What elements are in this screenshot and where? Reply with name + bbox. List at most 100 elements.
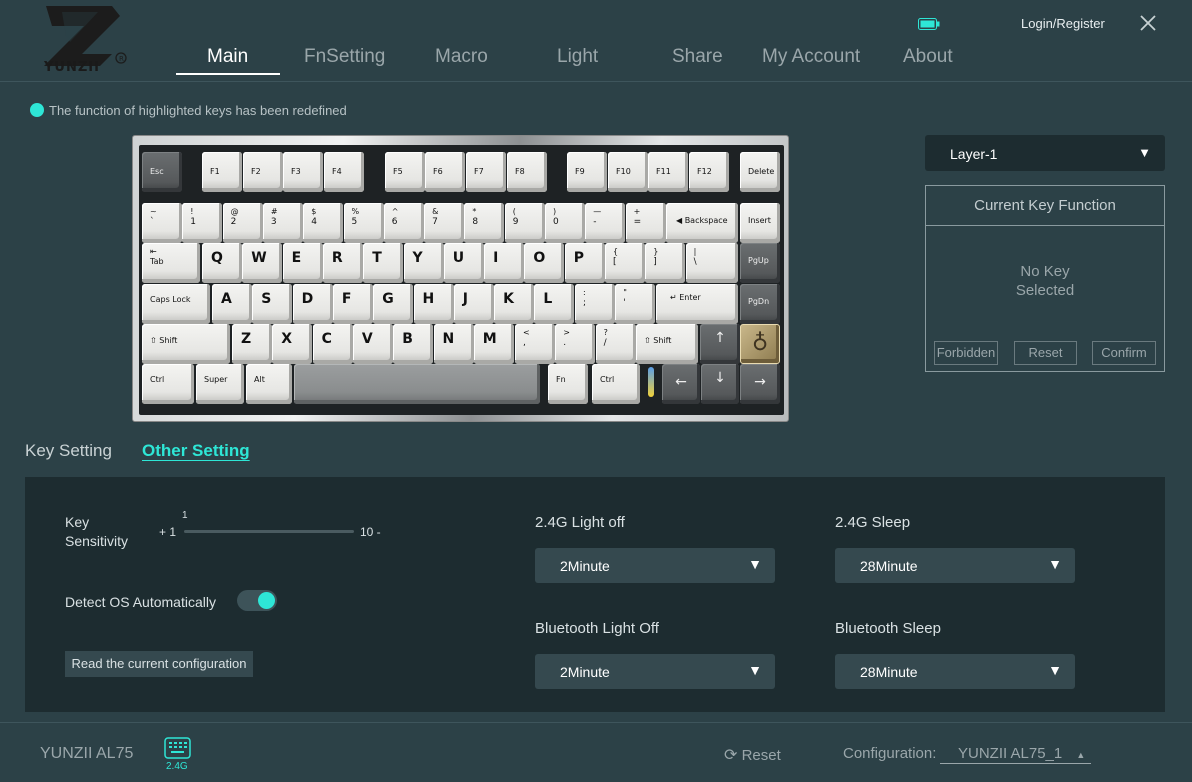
key-insert[interactable]: Insert <box>740 203 780 243</box>
tab-my-account[interactable]: My Account <box>762 46 860 68</box>
tab-main[interactable]: Main <box>207 46 248 68</box>
key-f[interactable]: F <box>332 284 373 324</box>
key-v[interactable]: V <box>352 324 393 364</box>
close-icon[interactable] <box>1138 13 1158 33</box>
key-pgdn[interactable]: PgDn <box>740 284 780 324</box>
key-astronaut[interactable]: ♁ <box>740 324 780 364</box>
key-right-shift[interactable]: ⇧ Shift <box>636 324 698 364</box>
key-quote[interactable]: " ' <box>615 284 656 324</box>
key-sym[interactable]: — - <box>585 203 626 243</box>
login-register-link[interactable]: Login/Register <box>1021 16 1105 31</box>
reset-key-button[interactable]: Reset <box>1014 341 1077 365</box>
key-space[interactable] <box>294 364 540 404</box>
key-pgup[interactable]: PgUp <box>740 243 780 283</box>
key-f6[interactable]: F6 <box>425 152 465 192</box>
key-left-ctrl[interactable]: Ctrl <box>142 364 194 404</box>
key-f11[interactable]: F11 <box>648 152 688 192</box>
key-left-arrow[interactable]: ← <box>662 364 700 404</box>
key-i[interactable]: I <box>484 243 525 283</box>
tab-other-setting[interactable]: Other Setting <box>142 441 250 461</box>
key-u[interactable]: U <box>443 243 484 283</box>
tab-light[interactable]: Light <box>557 46 598 68</box>
key-5[interactable]: % 5 <box>343 203 384 243</box>
read-config-button[interactable]: Read the current configuration <box>65 651 253 677</box>
key-b[interactable]: B <box>393 324 434 364</box>
tab-key-setting[interactable]: Key Setting <box>25 441 112 461</box>
key-f2[interactable]: F2 <box>243 152 283 192</box>
key-s[interactable]: S <box>252 284 293 324</box>
key-bracket-right[interactable]: }] <box>645 243 686 283</box>
key-f8[interactable]: F8 <box>507 152 547 192</box>
light-off-24g-select[interactable]: 2Minute ▼ <box>535 548 775 583</box>
key-x[interactable]: X <box>272 324 313 364</box>
key-2[interactable]: @2 <box>222 203 263 243</box>
key-sym[interactable]: + = <box>625 203 666 243</box>
key-q[interactable]: Q <box>202 243 242 283</box>
key-f9[interactable]: F9 <box>567 152 607 192</box>
key-p[interactable]: P <box>564 243 605 283</box>
key-sym[interactable]: ~ ` <box>142 203 182 243</box>
detect-os-toggle[interactable] <box>237 590 277 611</box>
key-right-arrow[interactable]: → <box>740 364 780 404</box>
key-3[interactable]: #3 <box>262 203 303 243</box>
key-f3[interactable]: F3 <box>283 152 323 192</box>
key-6[interactable]: ^ 6 <box>383 203 424 243</box>
bt-sleep-select[interactable]: 28Minute ▼ <box>835 654 1075 689</box>
tab-macro[interactable]: Macro <box>435 46 488 68</box>
key-right-ctrl[interactable]: Ctrl <box>592 364 640 404</box>
key-tab[interactable]: ⇤ Tab <box>142 243 200 283</box>
key-z[interactable]: Z <box>232 324 272 364</box>
key-capslock[interactable]: Caps Lock <box>142 284 210 324</box>
key-fn[interactable]: Fn <box>548 364 588 404</box>
key-g[interactable]: G <box>373 284 414 324</box>
key-7[interactable]: & 7 <box>424 203 465 243</box>
key-semicolon[interactable]: :; <box>575 284 615 324</box>
key-0[interactable]: ) 0 <box>545 203 585 243</box>
key-r[interactable]: R <box>322 243 363 283</box>
key-sensitivity-slider[interactable] <box>184 530 354 533</box>
key-h[interactable]: H <box>413 284 454 324</box>
key-w[interactable]: W <box>242 243 283 283</box>
key-n[interactable]: N <box>433 324 474 364</box>
tab-fnsetting[interactable]: FnSetting <box>304 46 385 68</box>
key-delete[interactable]: Delete <box>740 152 780 192</box>
key-f1[interactable]: F1 <box>202 152 242 192</box>
key-comma[interactable]: <, <box>515 324 555 364</box>
key-period[interactable]: >. <box>555 324 596 364</box>
key-f7[interactable]: F7 <box>466 152 506 192</box>
key-slash[interactable]: ? / <box>595 324 636 364</box>
key-backslash[interactable]: | \ <box>685 243 738 283</box>
key-backspace[interactable]: ◀ Backspace <box>666 203 738 243</box>
key-esc[interactable]: Esc <box>142 152 182 192</box>
key-a[interactable]: A <box>212 284 252 324</box>
confirm-button[interactable]: Confirm <box>1092 341 1156 365</box>
key-1[interactable]: ! 1 <box>182 203 223 243</box>
key-f4[interactable]: F4 <box>324 152 364 192</box>
key-9[interactable]: (9 <box>504 203 545 243</box>
key-m[interactable]: M <box>473 324 514 364</box>
layer-select[interactable]: Layer-1 ▼ <box>925 135 1165 171</box>
key-d[interactable]: D <box>292 284 333 324</box>
key-k[interactable]: K <box>494 284 535 324</box>
key-j[interactable]: J <box>453 284 494 324</box>
bt-light-off-select[interactable]: 2Minute ▼ <box>535 654 775 689</box>
key-o[interactable]: O <box>524 243 565 283</box>
key-t[interactable]: T <box>363 243 404 283</box>
keyboard-icon[interactable] <box>164 737 191 759</box>
key-8[interactable]: * 8 <box>464 203 505 243</box>
key-f10[interactable]: F10 <box>608 152 648 192</box>
configuration-select[interactable]: YUNZII AL75_1 ▲ <box>940 745 1092 764</box>
key-e[interactable]: E <box>282 243 323 283</box>
key-enter[interactable]: ↵ Enter <box>656 284 738 324</box>
forbidden-button[interactable]: Forbidden <box>934 341 998 365</box>
key-l[interactable]: L <box>534 284 575 324</box>
key-left-shift[interactable]: ⇧ Shift <box>142 324 230 364</box>
key-y[interactable]: Y <box>403 243 444 283</box>
key-down-arrow[interactable]: ↓ <box>701 364 739 404</box>
key-super[interactable]: Super <box>196 364 244 404</box>
key-f5[interactable]: F5 <box>385 152 425 192</box>
tab-share[interactable]: Share <box>672 46 723 68</box>
key-c[interactable]: C <box>312 324 353 364</box>
tab-about[interactable]: About <box>903 46 953 68</box>
key-alt[interactable]: Alt <box>246 364 292 404</box>
